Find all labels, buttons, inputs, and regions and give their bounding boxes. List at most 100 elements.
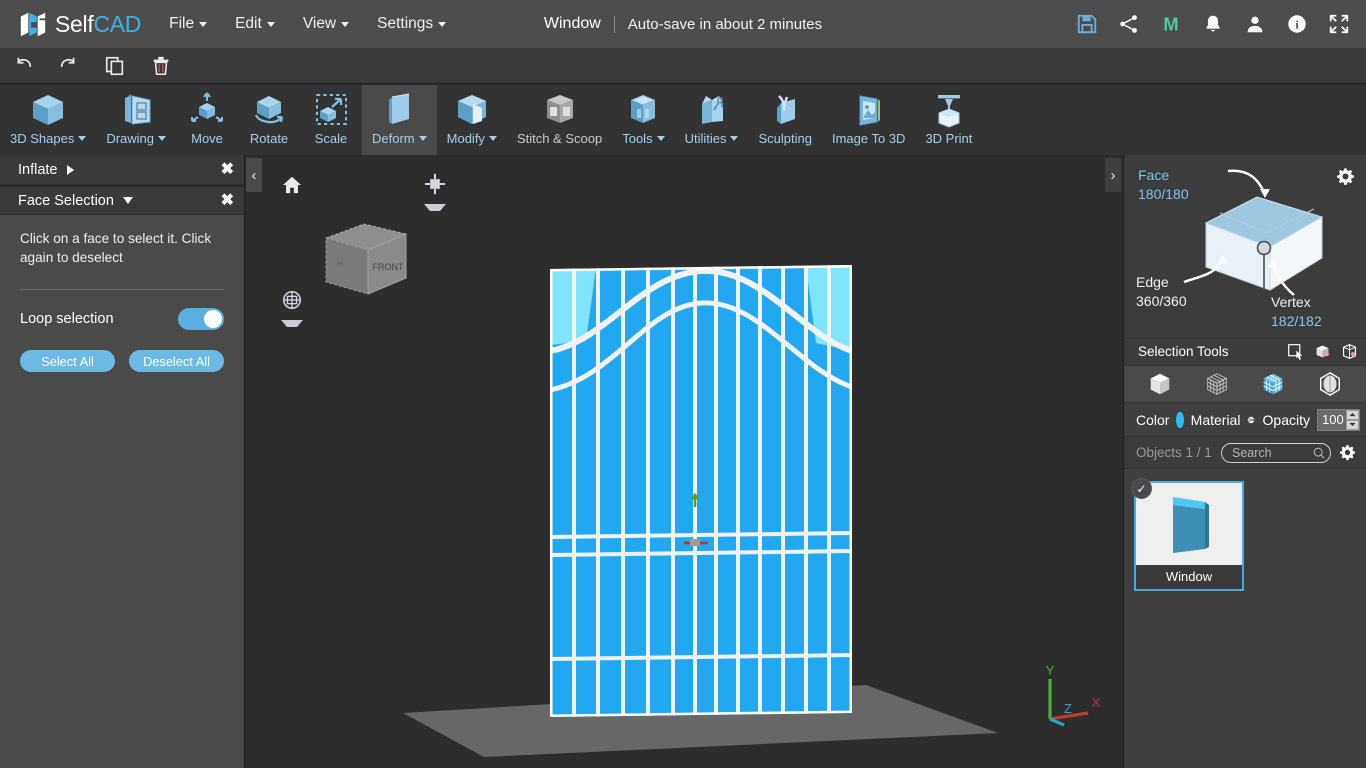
selection-mode-face[interactable]: Face 180/180 (1138, 166, 1189, 204)
inflate-panel-header[interactable]: Inflate ✖ (0, 155, 244, 185)
selfcad-logo-text: SelfCAD (55, 11, 141, 38)
undo-button[interactable] (0, 48, 46, 84)
collapse-right-panel-button[interactable]: › (1105, 158, 1121, 192)
ribbon-item-image-to-3d[interactable]: Image To 3D (822, 85, 915, 155)
opacity-stepper[interactable] (1317, 409, 1360, 431)
face-selection-panel-header[interactable]: Face Selection ✖ (0, 185, 244, 215)
objects-search-input[interactable] (1221, 443, 1331, 463)
shaded-mode-icon[interactable] (1147, 371, 1173, 397)
ribbon-item-rotate[interactable]: Rotate (238, 85, 300, 155)
opacity-input[interactable] (1318, 412, 1346, 427)
selection-mode-vertex[interactable]: Vertex 182/182 (1271, 293, 1322, 331)
menu-view[interactable]: View (303, 15, 349, 33)
copy-button[interactable] (92, 48, 138, 84)
ribbon-item-tools[interactable]: Tools (612, 85, 674, 155)
objects-grid: ✓ Window (1124, 469, 1366, 591)
chevron-down-icon (78, 136, 86, 141)
object-selected-check[interactable]: ✓ (1131, 478, 1152, 499)
face-selection-hint: Click on a face to select it. Click agai… (20, 229, 224, 267)
fullscreen-icon[interactable] (1328, 13, 1350, 35)
3d-viewport[interactable]: FRONT 3 (246, 155, 1123, 768)
undo-icon (12, 55, 34, 77)
inflate-close-button[interactable]: ✖ (221, 162, 234, 178)
material-label: Material (1191, 412, 1241, 428)
ribbon-item-3d-print[interactable]: 3D Print (915, 85, 982, 155)
view-mode-row (1124, 365, 1366, 403)
right-properties-panel: Face 180/180 Edge 360/360 Vertex 182/182… (1123, 155, 1366, 768)
face-label: Face (1138, 166, 1189, 185)
opacity-label: Opacity (1263, 412, 1310, 428)
gear-icon[interactable] (1339, 444, 1356, 461)
color-swatch[interactable] (1176, 412, 1183, 428)
copy-icon (104, 55, 126, 77)
ribbon-item-sculpting[interactable]: Sculpting (748, 85, 821, 155)
chevron-down-icon (123, 197, 133, 204)
deselect-all-button[interactable]: Deselect All (129, 350, 224, 372)
box-select-front-icon[interactable] (1314, 343, 1331, 360)
collapse-left-panel-button[interactable]: ‹ (246, 158, 262, 192)
scale-icon (311, 90, 351, 130)
loop-selection-toggle[interactable] (178, 308, 224, 330)
save-icon[interactable] (1076, 13, 1098, 35)
ribbon-item-deform[interactable]: Deform (362, 85, 437, 155)
menu-file[interactable]: File (169, 15, 207, 33)
ribbon-label-tools: Tools (622, 131, 652, 146)
ribbon-item-scale[interactable]: Scale (300, 85, 362, 155)
rectangle-select-icon[interactable] (1287, 343, 1304, 360)
selection-mode-edge[interactable]: Edge 360/360 (1136, 273, 1187, 311)
ribbon-item-3d-shapes[interactable]: 3D Shapes (0, 85, 96, 155)
box-select-through-icon[interactable] (1341, 343, 1358, 360)
select-all-button[interactable]: Select All (20, 350, 115, 372)
menu-settings[interactable]: Settings (377, 15, 446, 33)
deform-icon (379, 90, 419, 130)
object-card-window[interactable]: ✓ Window (1134, 481, 1244, 591)
redo-button[interactable] (46, 48, 92, 84)
opacity-decrement-button[interactable] (1346, 420, 1359, 430)
ribbon-item-stitch-scoop[interactable]: Stitch & Scoop (507, 85, 612, 155)
ribbon-label-3d-shapes: 3D Shapes (10, 131, 74, 146)
mymini-icon[interactable]: M (1160, 13, 1182, 35)
info-icon[interactable]: i (1286, 13, 1308, 35)
ribbon-label-move: Move (191, 131, 223, 146)
face-selection-panel-title: Face Selection (18, 193, 114, 209)
ribbon-item-drawing[interactable]: Drawing (96, 85, 176, 155)
svg-text:M: M (1163, 13, 1178, 34)
opacity-spinner (1346, 410, 1359, 430)
object-thumbnail (1136, 483, 1242, 565)
vertex-count: 182/182 (1271, 312, 1322, 331)
chevron-down-icon (419, 136, 427, 141)
ribbon-item-move[interactable]: Move (176, 85, 238, 155)
face-selection-close-button[interactable]: ✖ (221, 193, 234, 209)
ribbon-item-utilities[interactable]: Utilities (675, 85, 749, 155)
shaded-wireframe-mode-icon[interactable] (1260, 371, 1286, 397)
chevron-down-icon (438, 22, 446, 27)
ribbon-label-utilities: Utilities (685, 131, 727, 146)
user-account-icon[interactable] (1244, 13, 1266, 35)
trash-icon (150, 55, 172, 77)
axis-label-x: X (1092, 695, 1101, 710)
share-icon[interactable] (1118, 13, 1140, 35)
wireframe-mode-icon[interactable] (1204, 371, 1230, 397)
selection-tools-label: Selection Tools (1138, 344, 1229, 359)
xray-mode-icon[interactable] (1317, 371, 1343, 397)
drawing-icon (116, 90, 156, 130)
delete-button[interactable] (138, 48, 184, 84)
image-to-3d-icon (849, 90, 889, 130)
chevron-down-icon (199, 22, 207, 27)
menu-edit[interactable]: Edit (235, 15, 275, 33)
utilities-icon (692, 90, 732, 130)
notifications-bell-icon[interactable] (1202, 13, 1224, 35)
face-selection-panel-body: Click on a face to select it. Click agai… (0, 215, 244, 372)
objects-search-wrapper (1221, 443, 1331, 463)
menu-view-label: View (303, 15, 336, 33)
selfcad-app: SelfCAD File Edit View Settings Window A… (0, 0, 1366, 768)
chevron-down-icon (267, 22, 275, 27)
material-sphere-icon[interactable] (1247, 411, 1255, 429)
selfcad-logo[interactable]: SelfCAD (18, 9, 141, 39)
quick-action-bar (0, 48, 1366, 84)
menu-bar: SelfCAD File Edit View Settings Window A… (0, 0, 1366, 48)
ribbon-item-modify[interactable]: Modify (437, 85, 507, 155)
ribbon-label-rotate: Rotate (250, 131, 288, 146)
window-thumbnail-icon (1153, 489, 1225, 559)
opacity-increment-button[interactable] (1346, 410, 1359, 420)
